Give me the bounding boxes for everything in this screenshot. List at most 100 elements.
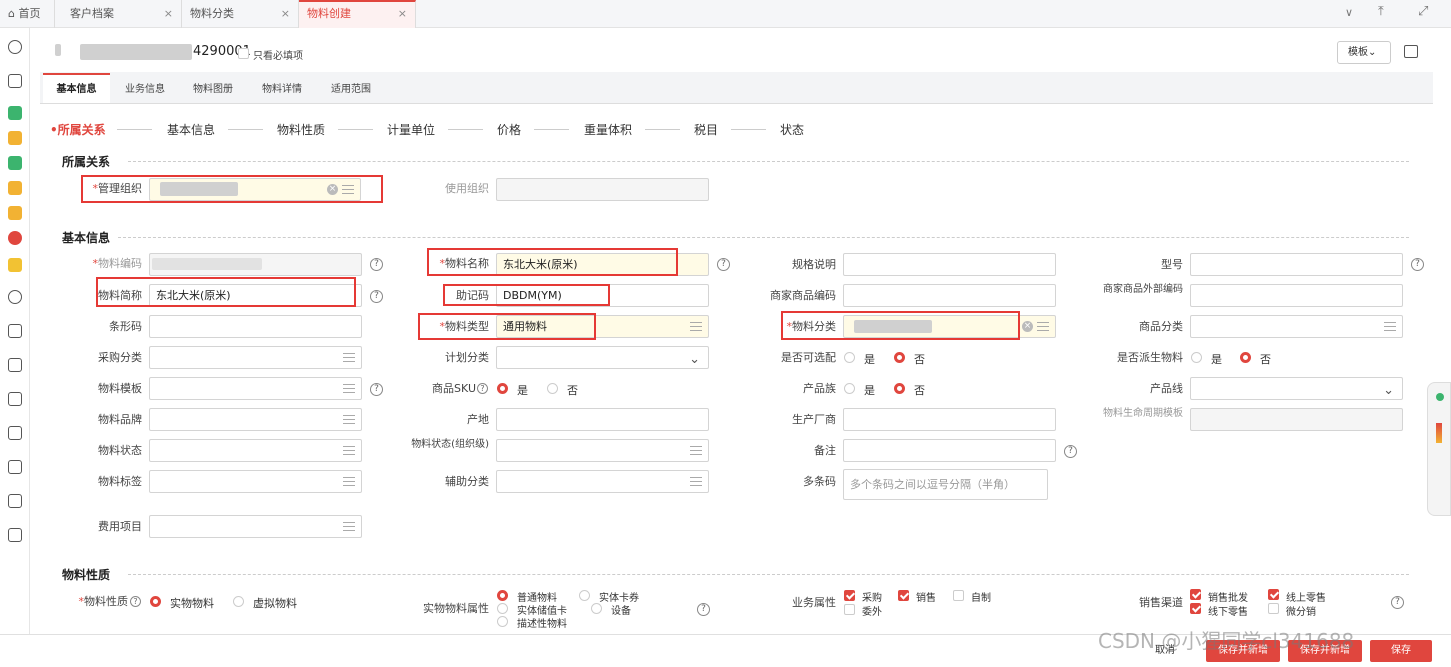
product-family-yes-radio[interactable] [844,383,855,394]
floating-monitor-widget[interactable] [1427,382,1451,516]
manage-org-input[interactable]: × [149,178,361,201]
outsource-checkbox[interactable] [844,604,855,615]
close-icon[interactable]: × [164,0,173,28]
list-icon[interactable] [8,460,22,474]
list-icon[interactable] [343,522,355,531]
list-icon[interactable] [343,384,355,393]
origin-input[interactable] [496,408,709,431]
tab-business-info[interactable]: 业务信息 [125,73,165,103]
list-icon[interactable] [343,446,355,455]
step-basic[interactable]: 基本信息 [167,121,215,138]
goods-class-input[interactable] [1190,315,1403,338]
attr-normal-radio[interactable] [497,590,508,601]
list-icon[interactable] [690,322,702,331]
step-nature[interactable]: 物料性质 [277,121,325,138]
list-icon[interactable] [1037,322,1049,331]
aux-class-input[interactable] [496,470,709,493]
purchase-checkbox[interactable] [844,590,855,601]
list-icon[interactable] [690,477,702,486]
step-weight[interactable]: 重量体积 [584,121,632,138]
status-input[interactable] [149,439,362,462]
step-status[interactable]: 状态 [780,121,804,138]
chevron-down-icon[interactable]: ∨ [1345,6,1353,19]
product-family-no-radio[interactable] [894,383,905,394]
mnemonic-input[interactable]: DBDM(YM) [496,284,709,307]
nature-physical-radio[interactable] [150,596,161,607]
org-status-input[interactable] [496,439,709,462]
list-icon[interactable] [343,477,355,486]
list-icon[interactable] [1384,322,1396,331]
save-button[interactable]: 保存 [1370,640,1432,662]
step-price[interactable]: 价格 [497,121,521,138]
help-icon[interactable]: ? [370,383,383,396]
manufacturer-input[interactable] [843,408,1056,431]
attr-device-radio[interactable] [591,603,602,614]
home-icon[interactable] [8,426,22,440]
product-line-select[interactable]: ⌄ [1190,377,1403,400]
app-icon[interactable] [8,131,22,145]
help-icon[interactable]: ? [1411,258,1424,271]
list-icon[interactable] [342,185,354,194]
nature-virtual-radio[interactable] [233,596,244,607]
tab-scope[interactable]: 适用范围 [331,73,371,103]
micro-distribution-checkbox[interactable] [1268,603,1279,614]
online-retail-checkbox[interactable] [1268,589,1279,600]
search-icon[interactable] [8,40,22,54]
help-icon[interactable]: ? [697,603,710,616]
clipboard-icon[interactable] [8,392,22,406]
clear-icon[interactable]: × [1022,321,1033,332]
monitor-icon[interactable] [8,528,22,542]
brand-input[interactable] [149,408,362,431]
help-icon[interactable]: ? [1064,445,1077,458]
attr-card-radio[interactable] [579,590,590,601]
attr-stored-card-radio[interactable] [497,603,508,614]
tag-input[interactable] [149,470,362,493]
tab-material-gallery[interactable]: 物料图册 [193,73,233,103]
expand-icon[interactable]: ⤢ [1418,4,1428,19]
clear-icon[interactable]: × [327,184,338,195]
keyboard-icon[interactable] [1404,45,1418,58]
only-required-checkbox[interactable] [238,48,249,59]
step-tax[interactable]: 税目 [694,121,718,138]
optional-no-radio[interactable] [894,352,905,363]
merchant-ext-code-input[interactable] [1190,284,1403,307]
app-icon[interactable] [8,231,22,245]
tab-material-class[interactable]: 物料分类 × [182,0,299,28]
material-type-input[interactable]: 通用物料 [496,315,709,338]
merchant-code-input[interactable] [843,284,1056,307]
name-input[interactable]: 东北大米(原米) [496,253,709,276]
document-icon[interactable] [8,74,22,88]
template-input[interactable] [149,377,362,400]
barcode-input[interactable] [149,315,362,338]
list-icon[interactable] [343,353,355,362]
app-icon[interactable] [8,106,22,120]
close-icon[interactable]: × [281,0,290,28]
material-class-input[interactable]: × [843,315,1056,338]
app-icon[interactable] [8,258,22,272]
expense-input[interactable] [149,515,362,538]
tab-home[interactable]: ⌂ 首页 [0,0,55,28]
sku-no-radio[interactable] [547,383,558,394]
app-icon[interactable] [8,206,22,220]
sku-yes-radio[interactable] [497,383,508,394]
spec-input[interactable] [843,253,1056,276]
tab-material-create[interactable]: 物料创建 × [299,0,416,28]
help-icon[interactable]: ? [1391,596,1404,609]
file-icon[interactable] [8,358,22,372]
derived-no-radio[interactable] [1240,352,1251,363]
help-icon[interactable]: ? [477,383,488,394]
template-dropdown[interactable]: 模板⌄ [1337,41,1391,64]
box-icon[interactable] [8,324,22,338]
calendar-icon[interactable] [8,494,22,508]
upload-icon[interactable]: ⤒ [1378,4,1384,19]
step-affiliation[interactable]: •所属关系 [50,121,106,138]
remark-input[interactable] [843,439,1056,462]
step-unit[interactable]: 计量单位 [387,121,435,138]
purchase-class-input[interactable] [149,346,362,369]
tab-material-detail[interactable]: 物料详情 [262,73,302,103]
sales-checkbox[interactable] [898,590,909,601]
multi-barcode-textarea[interactable]: 多个条码之间以逗号分隔（半角） [843,469,1048,500]
help-icon[interactable]: ? [370,290,383,303]
self-made-checkbox[interactable] [953,590,964,601]
help-icon[interactable]: ? [717,258,730,271]
